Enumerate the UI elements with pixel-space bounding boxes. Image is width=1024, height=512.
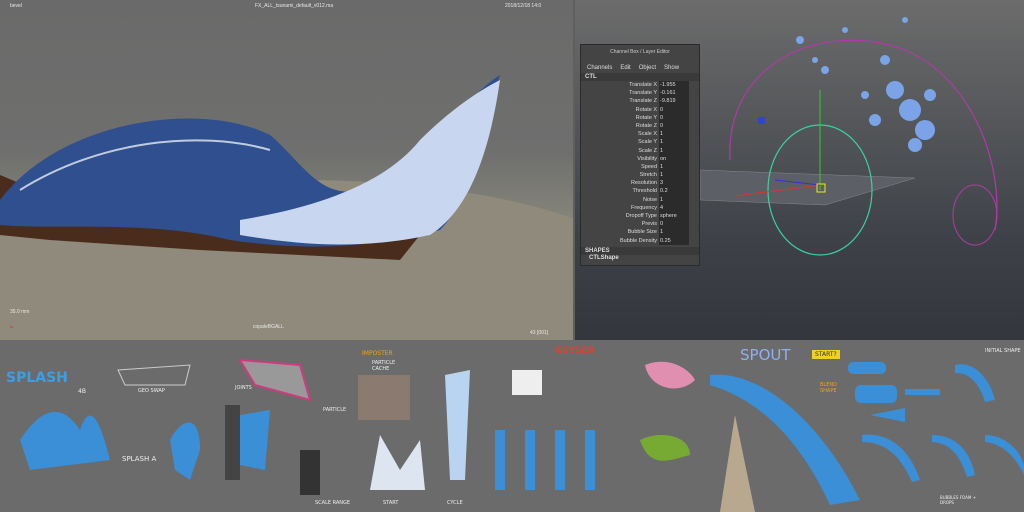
channel-value[interactable]: 3 bbox=[659, 179, 689, 188]
label-splash-a: SPLASH A bbox=[122, 455, 157, 463]
channel-label: Threshold bbox=[632, 188, 657, 195]
label-start: START bbox=[383, 500, 399, 506]
channel-row[interactable]: Rotate Z0 bbox=[581, 121, 699, 131]
channel-value[interactable]: 1 bbox=[659, 138, 689, 147]
channel-value[interactable]: 1 bbox=[659, 162, 689, 172]
channel-label: Dropoff Type bbox=[625, 213, 657, 219]
label-geyser: GEYSER bbox=[555, 346, 595, 356]
camera-name: copaleBGALL bbox=[253, 324, 284, 330]
channel-label: Speed bbox=[641, 163, 657, 170]
channel-label: Scale Y bbox=[638, 139, 657, 146]
channel-value[interactable]: -1.955 bbox=[659, 81, 689, 90]
channel-label: Bubble Density bbox=[620, 237, 657, 244]
channel-value[interactable]: 0 bbox=[659, 105, 689, 114]
label-cycle: CYCLE bbox=[447, 500, 463, 506]
shape-name[interactable]: CTLShape bbox=[581, 255, 699, 261]
label-joints: JOINTS bbox=[235, 385, 252, 391]
channel-label: Translate Y bbox=[629, 90, 657, 97]
channel-label: Rotate X bbox=[635, 106, 657, 113]
channel-value[interactable]: -9.819 bbox=[659, 97, 689, 106]
channel-value[interactable]: 1 bbox=[659, 228, 689, 237]
channel-row[interactable]: Previs 0 bbox=[581, 220, 699, 229]
channel-row[interactable]: Rotate Y0 bbox=[581, 113, 699, 122]
channel-row[interactable]: Stretch 1 bbox=[581, 171, 699, 180]
channel-box-panel: Channel Box / Layer Editor Channels Edit… bbox=[580, 44, 700, 266]
channel-value[interactable]: 0.2 bbox=[659, 187, 689, 196]
channel-label: Translate Z bbox=[629, 98, 657, 105]
label-imposter: IMPOSTER bbox=[362, 350, 393, 357]
label-initial-shape: INITIAL SHAPE bbox=[985, 348, 1021, 354]
channel-label: Scale X bbox=[638, 131, 657, 138]
scene-title: FX_ALL_tsunami_default_v012.ma bbox=[255, 3, 334, 9]
channel-row[interactable]: Dropoff Type sphere bbox=[581, 212, 699, 221]
channel-label: Rotate Z bbox=[635, 122, 657, 129]
channel-row[interactable]: Frequency 4 bbox=[581, 203, 699, 212]
channel-row[interactable]: Noise 1 bbox=[581, 195, 699, 204]
label-start-question: START? bbox=[812, 350, 840, 359]
menu-object[interactable]: Object bbox=[639, 65, 656, 71]
channel-value[interactable]: 0 bbox=[659, 121, 689, 131]
concept-art-sheet: SPLASH 4B GEO SWAP JOINTS IMPOSTER PARTI… bbox=[0, 340, 1024, 512]
channel-label: Noise bbox=[642, 196, 657, 203]
channel-label: Translate X bbox=[629, 82, 657, 88]
channel-row[interactable]: Translate X -1.955 bbox=[581, 81, 699, 90]
label-bubbles-foam: BUBBLES FOAM + DROPS bbox=[940, 495, 976, 505]
panel-label: bevel bbox=[10, 3, 22, 9]
channel-value[interactable]: on bbox=[659, 154, 689, 163]
channel-label: Frequency bbox=[631, 204, 657, 211]
channel-list: Translate X -1.955 Translate Y -0.161 Transl… bbox=[581, 81, 699, 245]
channel-row[interactable]: Speed 1 bbox=[581, 162, 699, 172]
focal-length: 35.0 mm bbox=[10, 309, 30, 315]
label-particle-cache: PARTICLE CACHE bbox=[372, 360, 396, 372]
label-spout: SPOUT bbox=[740, 346, 791, 364]
channel-row[interactable]: Threshold 0.2 bbox=[581, 187, 699, 196]
label-particle: PARTICLE bbox=[323, 407, 347, 413]
channel-value[interactable]: 1 bbox=[659, 195, 689, 204]
channel-row[interactable]: Scale Y1 bbox=[581, 138, 699, 147]
axis-gizmo-icon: ⌞ bbox=[10, 320, 14, 329]
object-name[interactable]: CTL bbox=[581, 73, 699, 81]
channel-row[interactable]: Translate Y -0.161 bbox=[581, 89, 699, 98]
channel-row[interactable]: Translate Z -9.819 bbox=[581, 97, 699, 106]
label-blend-shape: BLEND SHAPE bbox=[820, 382, 837, 394]
channel-row[interactable]: Rotate X0 bbox=[581, 105, 699, 114]
concept-illustrations bbox=[20, 358, 1024, 512]
render-viewport[interactable]: bevel FX_ALL_tsunami_default_v012.ma 201… bbox=[0, 0, 573, 340]
wave-render bbox=[0, 75, 573, 340]
channel-value[interactable]: sphere bbox=[659, 212, 689, 221]
channel-row[interactable]: Resolution 3 bbox=[581, 179, 699, 188]
channel-label: Scale Z bbox=[638, 147, 657, 154]
menu-channels[interactable]: Channels bbox=[587, 65, 612, 71]
channel-label: Previs bbox=[641, 221, 657, 228]
channel-row[interactable]: Bubble Size 1 bbox=[581, 228, 699, 237]
channel-label: Visibility bbox=[637, 155, 657, 162]
menu-edit[interactable]: Edit bbox=[620, 65, 630, 71]
channel-label: Bubble Size bbox=[627, 229, 657, 236]
label-geo-swap: GEO SWAP bbox=[138, 388, 165, 394]
channel-value[interactable]: 1 bbox=[659, 146, 689, 155]
timestamp: 2018/12/18 14:0 bbox=[505, 3, 542, 9]
channel-label: Stretch bbox=[639, 172, 657, 179]
label-4b: 4B bbox=[78, 388, 86, 395]
channel-row[interactable]: Scale X1 bbox=[581, 130, 699, 139]
channel-value[interactable]: 1 bbox=[659, 130, 689, 139]
channel-value[interactable]: 4 bbox=[659, 203, 689, 212]
channel-row[interactable]: Bubble Density 0.25 bbox=[581, 236, 699, 245]
channel-value[interactable]: 0.25 bbox=[659, 236, 689, 245]
label-scale-range: SCALE RANGE bbox=[315, 500, 351, 506]
channel-value[interactable]: 1 bbox=[659, 171, 689, 180]
channel-box-title: Channel Box / Layer Editor bbox=[610, 49, 670, 55]
channel-row[interactable]: Scale Z1 bbox=[581, 146, 699, 155]
menu-show[interactable]: Show bbox=[664, 65, 679, 71]
channel-row[interactable]: Visibility on bbox=[581, 154, 699, 163]
channel-value[interactable]: -0.161 bbox=[659, 89, 689, 98]
channel-label: Resolution bbox=[631, 180, 657, 187]
frame-counter: 43 [001] bbox=[530, 330, 549, 336]
label-splash: SPLASH bbox=[6, 370, 68, 386]
channel-value[interactable]: 0 bbox=[659, 113, 689, 122]
channel-label: Rotate Y bbox=[635, 114, 657, 121]
channel-value[interactable]: 0 bbox=[659, 220, 689, 229]
shapes-header: SHAPES bbox=[581, 246, 699, 255]
